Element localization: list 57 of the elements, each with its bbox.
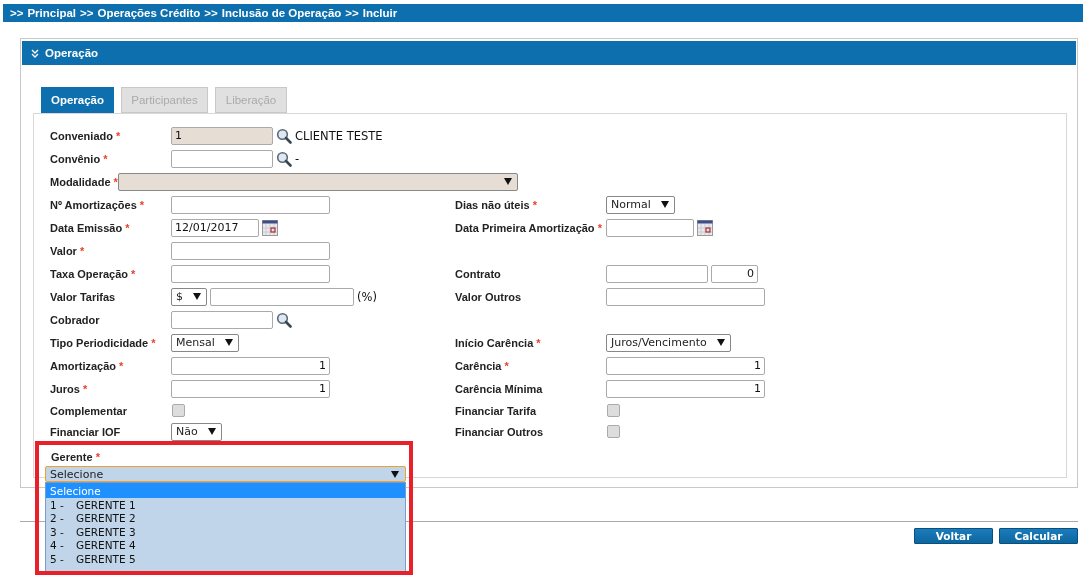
field-label: Financiar Tarifa bbox=[455, 404, 538, 417]
field-label: Valor Outros bbox=[455, 290, 523, 303]
panel-title: Operação bbox=[45, 47, 99, 59]
dropdown[interactable]: Selecione bbox=[45, 466, 406, 482]
input-field[interactable]: 12/01/2017 bbox=[171, 218, 259, 237]
field-label: Taxa Operação * bbox=[50, 267, 137, 280]
breadcrumb-link[interactable]: Principal bbox=[27, 7, 76, 19]
input-field[interactable]: 1 bbox=[606, 379, 765, 398]
dropdown-option[interactable]: 2 - GERENTE 2 bbox=[46, 511, 405, 525]
dropdown-option[interactable]: 5 - GERENTE 5 bbox=[46, 552, 405, 566]
dropdown-option[interactable]: 4 - GERENTE 4 bbox=[46, 538, 405, 552]
field-label: Amortização * bbox=[50, 359, 125, 372]
field-note: - bbox=[295, 151, 300, 166]
field-label: Carência * bbox=[455, 359, 510, 372]
field-note: CLIENTE TESTE bbox=[295, 128, 383, 143]
field-label: Cobrador bbox=[50, 313, 101, 326]
field-label: Início Carência * bbox=[455, 336, 542, 349]
input-field[interactable]: 1 bbox=[171, 356, 330, 375]
field-note: (%) bbox=[357, 289, 377, 304]
field-label: Nº Amortizações * bbox=[50, 198, 146, 211]
field-label: Financiar Outros bbox=[455, 425, 545, 438]
dropdown[interactable]: Juros/Vencimento bbox=[606, 333, 731, 352]
field-label: Juros * bbox=[50, 382, 89, 395]
action-button[interactable]: Voltar bbox=[914, 528, 993, 544]
field-label: Conveniado * bbox=[50, 129, 122, 142]
field-label: Valor Tarifas bbox=[50, 290, 117, 303]
breadcrumb-separator: >> bbox=[10, 7, 24, 19]
panel-header[interactable]: Operação bbox=[22, 41, 1076, 65]
action-button[interactable]: Calcular bbox=[999, 528, 1078, 544]
field-label: Data Primeira Amortização * bbox=[455, 221, 603, 234]
field-label: Data Emissão * bbox=[50, 221, 131, 234]
dropdown-option[interactable]: 3 - GERENTE 3 bbox=[46, 525, 405, 539]
field-label: Financiar IOF bbox=[50, 425, 122, 438]
tab[interactable]: Operação bbox=[41, 87, 114, 113]
breadcrumb-link[interactable]: Inclusão de Operação bbox=[221, 7, 342, 19]
field-label: Complementar bbox=[50, 404, 129, 417]
dropdown[interactable]: Mensal bbox=[171, 333, 239, 352]
field-label: Dias não úteis * bbox=[455, 198, 538, 211]
input-field[interactable]: 1 bbox=[171, 379, 330, 398]
breadcrumb-separator: >> bbox=[345, 7, 359, 19]
breadcrumb-link[interactable]: Incluir bbox=[362, 7, 398, 19]
field-label: Contrato bbox=[455, 267, 502, 280]
breadcrumb-separator: >> bbox=[80, 7, 94, 19]
breadcrumb-separator: >> bbox=[204, 7, 218, 19]
field-label: Tipo Periodicidade * bbox=[50, 336, 157, 349]
dropdown[interactable]: $ bbox=[171, 287, 207, 306]
breadcrumb-link[interactable]: Operações Crédito bbox=[97, 7, 201, 19]
dropdown[interactable]: Normal bbox=[606, 195, 675, 214]
dropdown-option[interactable]: 1 - GERENTE 1 bbox=[46, 498, 405, 512]
field-label: Modalidade * bbox=[50, 175, 118, 188]
field-label: Carência Mínima bbox=[455, 382, 544, 395]
field-label: Convênio * bbox=[50, 152, 109, 165]
field-label: Gerente * bbox=[51, 451, 100, 463]
field-label: Valor * bbox=[50, 244, 86, 257]
input-field[interactable]: 1 bbox=[606, 356, 765, 375]
input-field[interactable]: 0 bbox=[711, 264, 758, 283]
dropdown[interactable]: Não bbox=[171, 422, 222, 441]
